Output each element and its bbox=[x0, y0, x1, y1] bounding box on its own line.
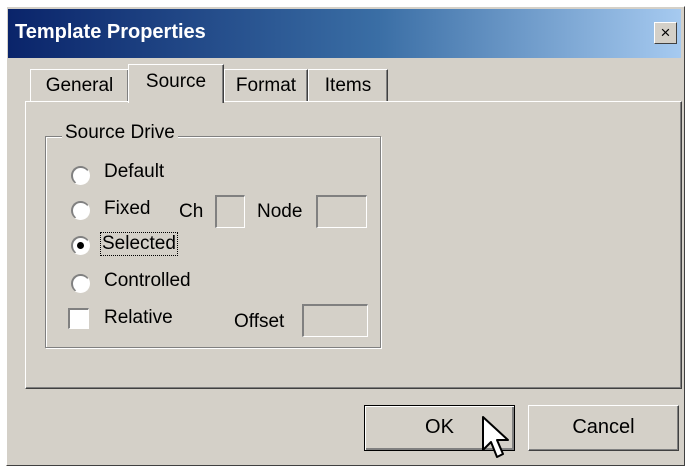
relative-checkbox[interactable] bbox=[68, 308, 89, 329]
relative-checkbox-label[interactable]: Relative bbox=[104, 307, 173, 329]
radio-selected-dot bbox=[77, 242, 84, 249]
ch-label: Ch bbox=[179, 201, 204, 222]
offset-input[interactable] bbox=[302, 304, 368, 337]
ok-button-label: OK bbox=[425, 416, 454, 438]
offset-label: Offset bbox=[234, 311, 285, 332]
fixed-radio-label[interactable]: Fixed bbox=[104, 198, 150, 220]
fixed-radio[interactable] bbox=[71, 201, 90, 220]
tab-items[interactable]: Items bbox=[308, 69, 388, 102]
tab-general[interactable]: General bbox=[30, 69, 129, 102]
node-label: Node bbox=[257, 201, 303, 222]
mouse-cursor-icon bbox=[482, 416, 509, 458]
default-radio[interactable] bbox=[71, 166, 90, 185]
tab-source-label: Source bbox=[145, 71, 207, 92]
cancel-button[interactable]: Cancel bbox=[528, 405, 679, 451]
cancel-button-label: Cancel bbox=[572, 416, 635, 438]
title-bar[interactable]: Template Properties × bbox=[8, 9, 681, 58]
tab-format[interactable]: Format bbox=[224, 69, 308, 102]
tab-general-label: General bbox=[45, 75, 114, 96]
tab-items-label: Items bbox=[324, 75, 372, 96]
selected-radio-label[interactable]: Selected bbox=[100, 232, 178, 256]
controlled-radio[interactable] bbox=[71, 274, 90, 293]
tab-format-label: Format bbox=[235, 75, 297, 96]
default-radio-label[interactable]: Default bbox=[104, 161, 164, 183]
selected-radio[interactable] bbox=[71, 236, 90, 255]
controlled-radio-label[interactable]: Controlled bbox=[104, 270, 191, 292]
window-title: Template Properties bbox=[15, 21, 206, 43]
ch-input[interactable] bbox=[215, 195, 245, 228]
close-icon[interactable]: × bbox=[654, 22, 677, 44]
source-drive-group-label: Source Drive bbox=[62, 122, 178, 144]
tab-source[interactable]: Source bbox=[128, 64, 224, 103]
node-input[interactable] bbox=[316, 195, 367, 228]
